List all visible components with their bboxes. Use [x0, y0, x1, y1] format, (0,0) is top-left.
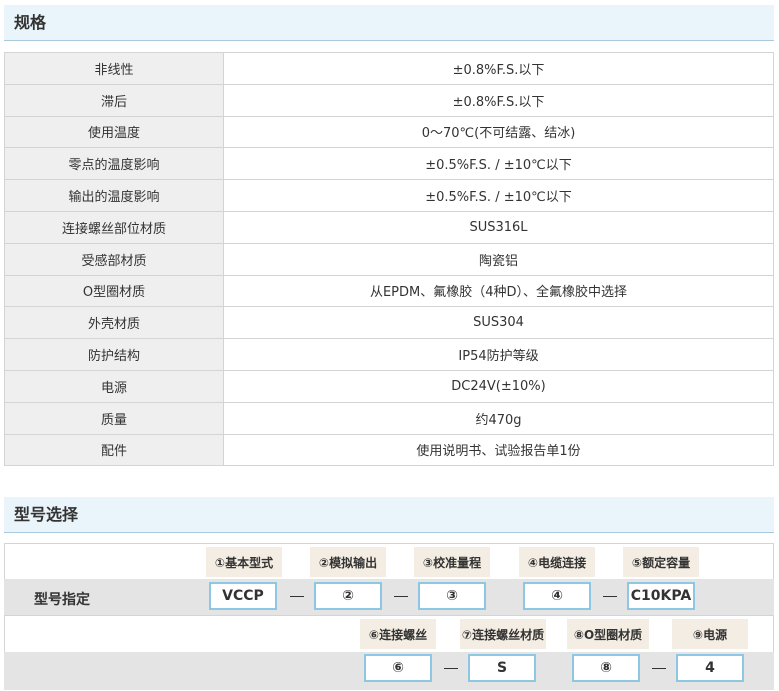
separator-dash: [394, 596, 408, 597]
param-label-analog-output: ②模拟输出: [310, 547, 386, 577]
spec-row: 电源 DC24V(±10%): [4, 369, 774, 403]
param-label-cable-connection: ④电缆连接: [519, 547, 595, 577]
spec-value: ±0.5%F.S. / ±10℃以下: [223, 179, 774, 212]
spec-label: 连接螺丝部位材质: [4, 210, 224, 244]
spec-label: 滞后: [4, 83, 224, 117]
param-label-rated-capacity: ⑤额定容量: [623, 547, 699, 577]
spec-row: 滞后 ±0.8%F.S.以下: [4, 83, 774, 117]
spec-section-title: 规格: [4, 5, 774, 41]
param-label-oring-material: ⑧O型圈材质: [567, 619, 649, 649]
spec-row: 配件 使用说明书、试验报告单1份: [4, 433, 774, 467]
spec-label: 质量: [4, 401, 224, 435]
code-field-basic-type[interactable]: VCCP: [209, 582, 277, 610]
code-field-connection-thread[interactable]: ⑥: [364, 654, 432, 682]
param-label-basic-type: ①基本型式: [206, 547, 282, 577]
spec-label: 使用温度: [4, 115, 224, 149]
spec-value: SUS316L: [223, 210, 774, 244]
code-field-power-supply[interactable]: 4: [676, 654, 744, 682]
spec-value: 0～70℃(不可结露、结冰): [223, 115, 774, 149]
spec-value: IP54防护等级: [223, 338, 774, 371]
spec-row: 外壳材质 SUS304: [4, 306, 774, 340]
param-label-connection-thread: ⑥连接螺丝: [360, 619, 436, 649]
spec-row: O型圈材质 从EPDM、氟橡胶（4种D）、全氟橡胶中选择: [4, 274, 774, 308]
spec-row: 输出的温度影响 ±0.5%F.S. / ±10℃以下: [4, 179, 774, 212]
spec-value: SUS304: [223, 306, 774, 340]
spec-label: 配件: [4, 433, 224, 467]
spec-row: 非线性 ±0.8%F.S.以下: [4, 52, 774, 85]
spec-row: 使用温度 0～70℃(不可结露、结冰): [4, 115, 774, 149]
code-field-rated-capacity[interactable]: C10KPA: [627, 582, 695, 610]
spec-label: 输出的温度影响: [4, 179, 224, 212]
spec-label: 零点的温度影响: [4, 147, 224, 181]
model-section-title: 型号选择: [4, 497, 774, 533]
spec-value: 约470g: [223, 401, 774, 435]
code-field-thread-material[interactable]: S: [468, 654, 536, 682]
spec-label: 防护结构: [4, 338, 224, 371]
model-selection-panel: 型号指定 ①基本型式 ②模拟输出 ③校准量程 ④电缆连接 ⑤额定容量 VCCP …: [4, 543, 774, 690]
spec-label: 电源: [4, 369, 224, 403]
spec-label: O型圈材质: [4, 274, 224, 308]
spec-row: 防护结构 IP54防护等级: [4, 338, 774, 371]
spec-value: ±0.5%F.S. / ±10℃以下: [223, 147, 774, 181]
spec-value: 陶瓷铝: [223, 242, 774, 276]
code-field-analog-output[interactable]: ②: [314, 582, 382, 610]
spec-table: 非线性 ±0.8%F.S.以下 滞后 ±0.8%F.S.以下 使用温度 0～70℃(不可结…: [4, 52, 774, 467]
code-field-calibration-range[interactable]: ③: [418, 582, 486, 610]
code-field-cable-connection[interactable]: ④: [523, 582, 591, 610]
param-label-power-supply: ⑨电源: [672, 619, 748, 649]
spec-label: 非线性: [4, 52, 224, 85]
spec-value: ±0.8%F.S.以下: [223, 52, 774, 85]
spec-value: ±0.8%F.S.以下: [223, 83, 774, 117]
separator-dash: [444, 668, 458, 669]
code-field-oring-material[interactable]: ⑧: [572, 654, 640, 682]
param-label-calibration-range: ③校准量程: [414, 547, 490, 577]
spec-row: 质量 约470g: [4, 401, 774, 435]
spec-row: 零点的温度影响 ±0.5%F.S. / ±10℃以下: [4, 147, 774, 181]
spec-value: 从EPDM、氟橡胶（4种D）、全氟橡胶中选择: [223, 274, 774, 308]
param-label-thread-material: ⑦连接螺丝材质: [460, 619, 546, 649]
separator-dash: [290, 596, 304, 597]
spec-value: 使用说明书、试验报告单1份: [223, 433, 774, 467]
separator-dash: [652, 668, 666, 669]
model-designation-label: 型号指定: [34, 592, 90, 608]
separator-dash: [603, 596, 617, 597]
spec-row: 连接螺丝部位材质 SUS316L: [4, 210, 774, 244]
spec-label: 受感部材质: [4, 242, 224, 276]
spec-row: 受感部材质 陶瓷铝: [4, 242, 774, 276]
spec-label: 外壳材质: [4, 306, 224, 340]
spec-value: DC24V(±10%): [223, 369, 774, 403]
